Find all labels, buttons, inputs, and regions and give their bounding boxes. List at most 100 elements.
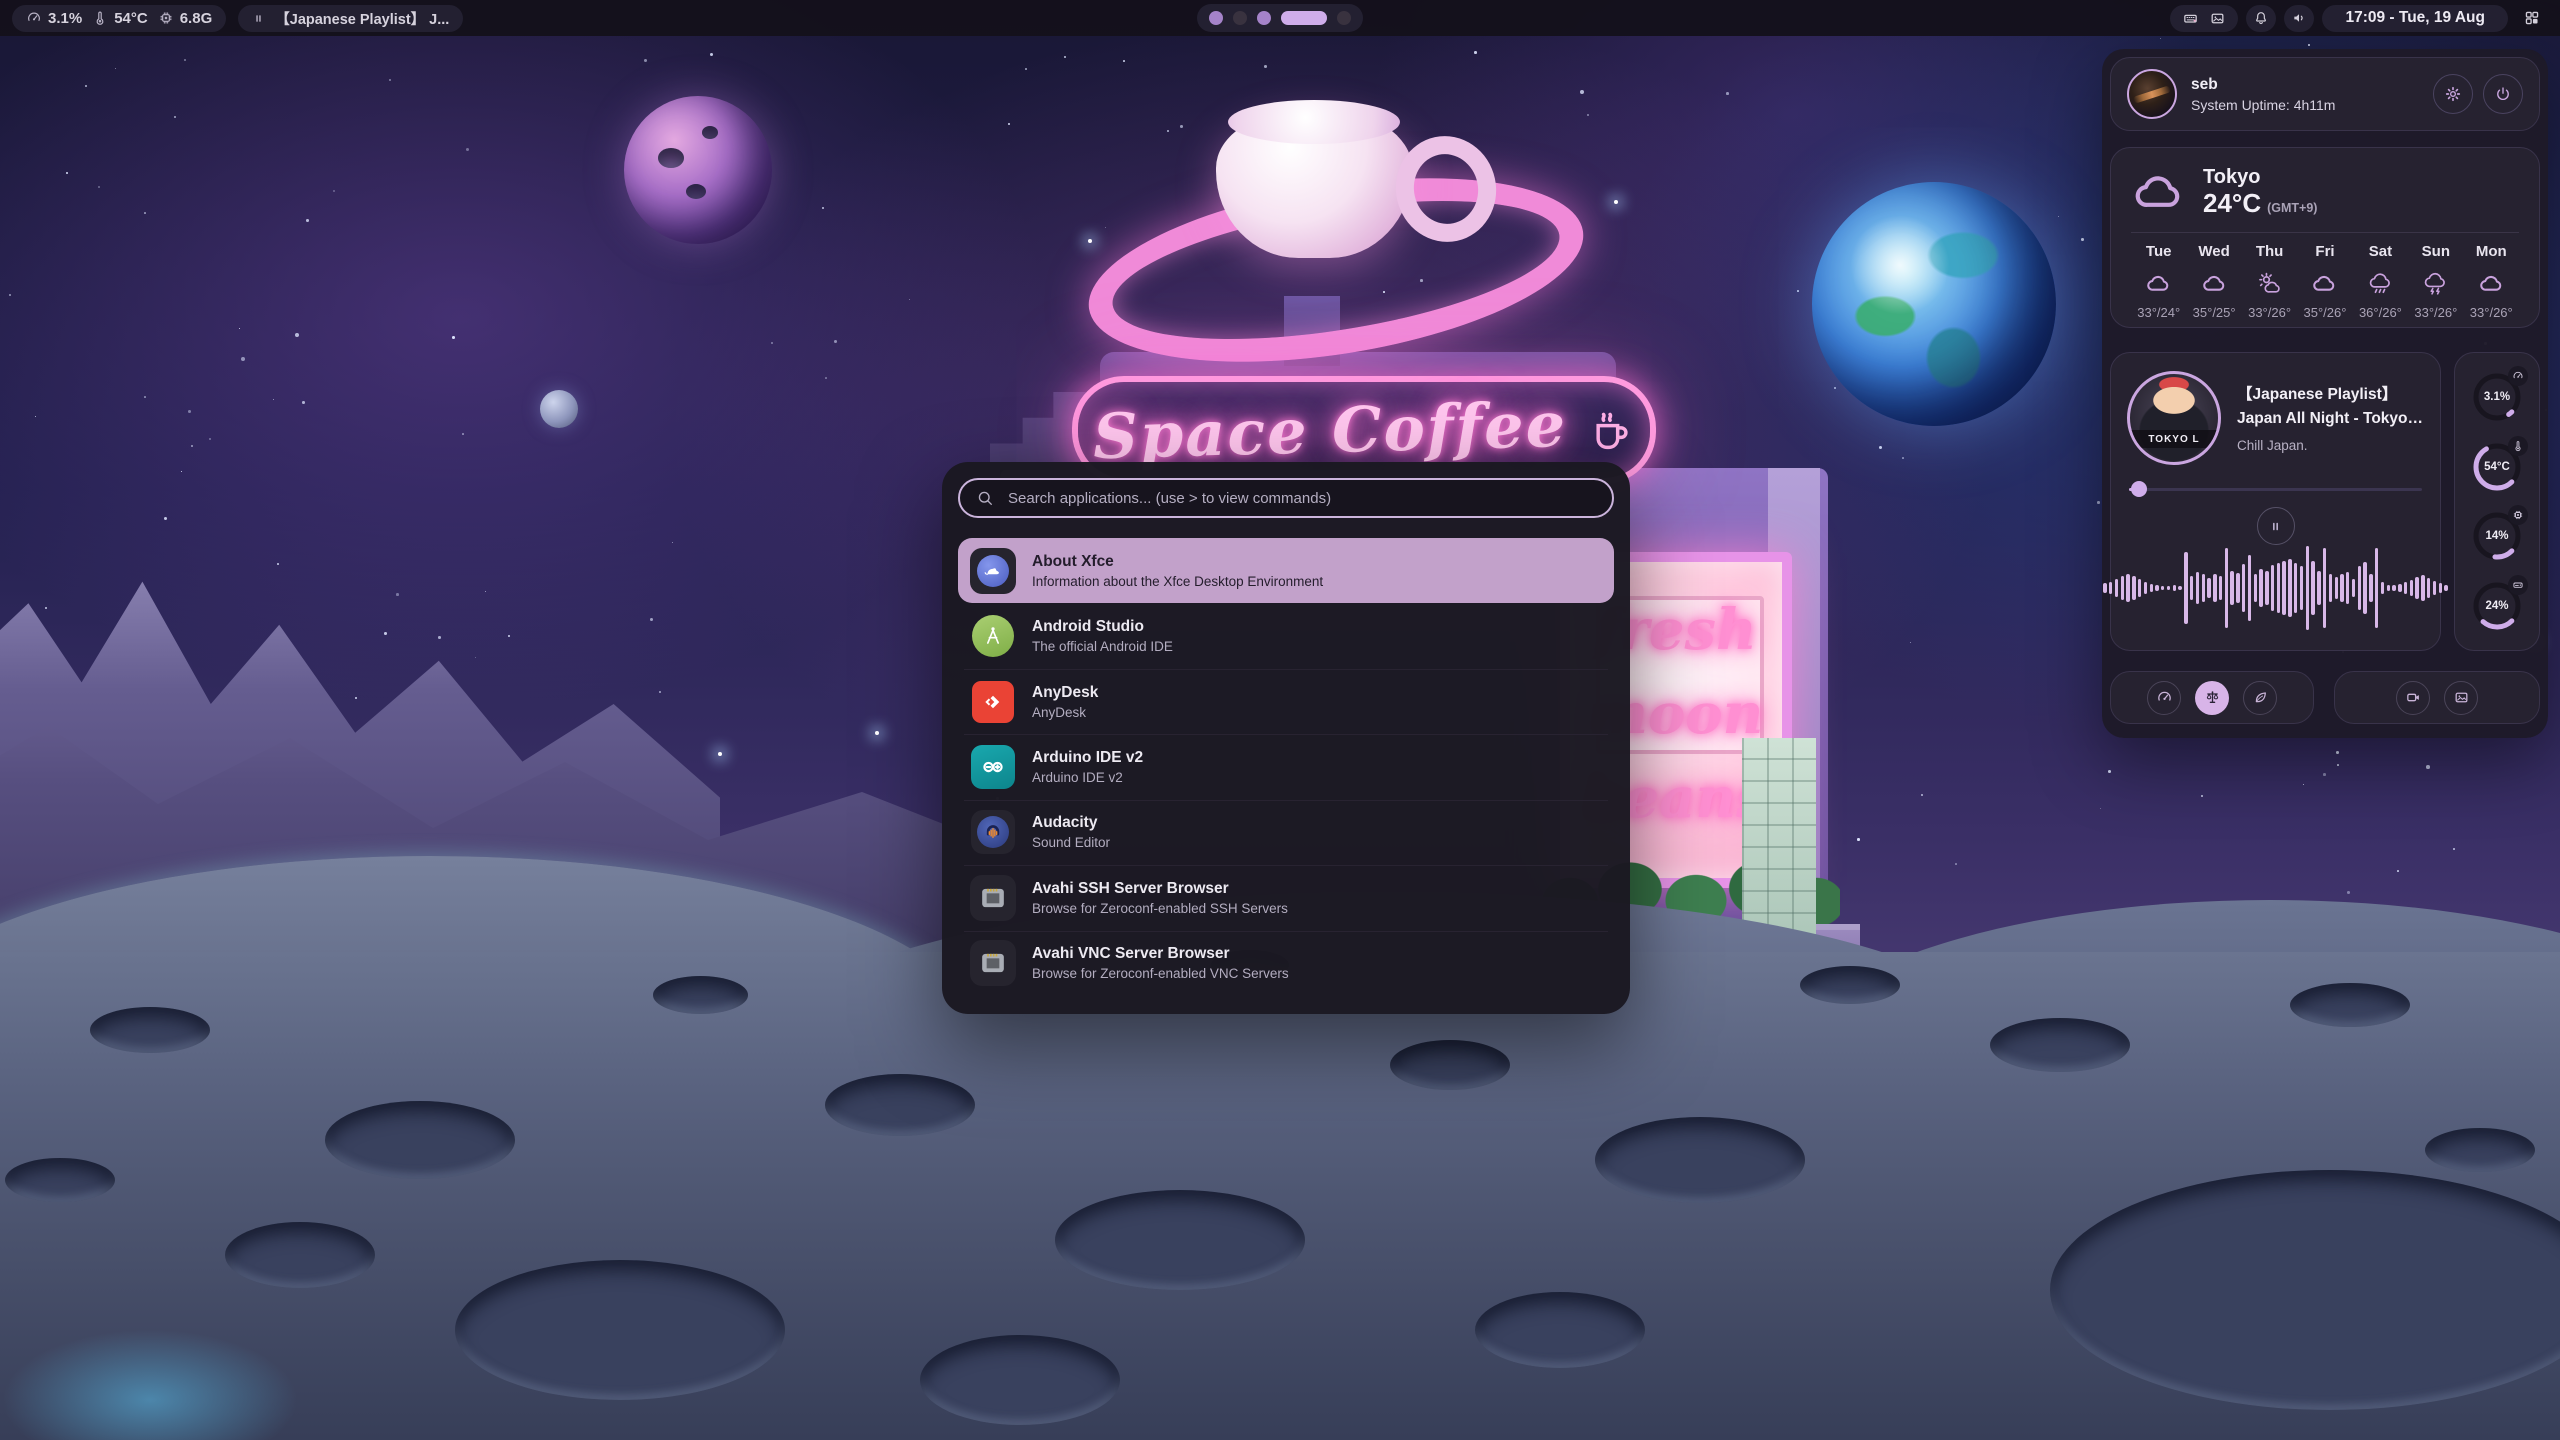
media-player-card: TOKYO L 【Japanese Playlist】 Japan All Ni…	[2110, 352, 2441, 651]
workspace-dot-3-occupied[interactable]	[1257, 11, 1271, 25]
video-icon	[2405, 689, 2422, 706]
system-gauges: 3.1% 54°C 14% 24%	[2454, 352, 2540, 651]
media-title: 【Japanese Playlist】 Japan All Night - To…	[2237, 383, 2441, 430]
progress-handle[interactable]	[2131, 481, 2147, 497]
cloud-icon	[2131, 164, 2187, 220]
thermometer-icon	[92, 10, 108, 26]
weather-city: Tokyo	[2203, 166, 2317, 189]
quick-toggle-speedometer[interactable]	[2147, 681, 2181, 715]
workspace-dot-4-active[interactable]	[1281, 11, 1327, 25]
stat-chip: 6.8G	[158, 10, 213, 27]
quick-toggle-leaf[interactable]	[2243, 681, 2277, 715]
app-name: AnyDesk	[1032, 684, 1098, 702]
chip-icon	[158, 10, 174, 26]
user-card: seb System Uptime: 4h11m	[2110, 57, 2540, 131]
cloud-icon	[2131, 164, 2187, 220]
stat-value: 6.8G	[180, 10, 213, 27]
forecast-day-thu: Thu 33°/26°	[2242, 243, 2297, 320]
anydesk-app-icon	[970, 679, 1016, 725]
quick-toggle-scales[interactable]	[2195, 681, 2229, 715]
neon-sign-text: Space Coffee	[1092, 387, 1568, 472]
crater	[1595, 1117, 1805, 1203]
system-stats-pill[interactable]: 3.1%54°C6.8G	[12, 5, 226, 32]
crater	[1390, 1040, 1510, 1090]
forecast-day-wed: Wed 35°/25°	[2186, 243, 2241, 320]
app-list-item-about-xfce[interactable]: About Xfce Information about the Xfce De…	[958, 538, 1614, 603]
overview-button[interactable]	[2516, 5, 2548, 32]
app-description: Information about the Xfce Desktop Envir…	[1032, 574, 1323, 589]
quick-toggle-video[interactable]	[2396, 681, 2430, 715]
now-playing-label: 【Japanese Playlist】 J...	[275, 8, 449, 29]
android-app-icon	[970, 613, 1016, 659]
quick-toggle-image[interactable]	[2444, 681, 2478, 715]
storm-icon	[2422, 270, 2449, 297]
now-playing-pill[interactable]: 【Japanese Playlist】 J...	[238, 5, 463, 32]
media-progress-bar[interactable]	[2127, 481, 2424, 497]
app-list-item-anydesk[interactable]: AnyDesk AnyDesk	[958, 669, 1614, 734]
power-icon	[2494, 85, 2512, 103]
keyboard-icon[interactable]	[2182, 10, 2199, 27]
app-list-item-arduino-ide-v2[interactable]: Arduino IDE v2 Arduino IDE v2	[958, 734, 1614, 799]
forecast-day-tue: Tue 33°/24°	[2131, 243, 2186, 320]
stat-value: 54°C	[114, 10, 148, 27]
weather-temperature: 24°C(GMT+9)	[2203, 189, 2317, 218]
app-list-item-avahi-ssh-server-browser[interactable]: Avahi SSH Server Browser Browse for Zero…	[958, 865, 1614, 930]
app-list-item-android-studio[interactable]: Android Studio The official Android IDE	[958, 603, 1614, 668]
clock-label: 17:09 - Tue, 19 Aug	[2329, 9, 2501, 27]
app-list-item-audacity[interactable]: Audacity Sound Editor	[958, 800, 1614, 865]
user-avatar	[2127, 69, 2177, 119]
forecast-temps: 33°/26°	[2464, 305, 2519, 320]
forecast-temps: 33°/24°	[2131, 305, 2186, 320]
network-app-icon	[970, 875, 1016, 921]
crater	[325, 1101, 515, 1179]
app-description: The official Android IDE	[1032, 639, 1173, 654]
bell-icon	[2253, 10, 2269, 26]
power-button[interactable]	[2483, 74, 2523, 114]
forecast-day-sat: Sat 36°/26°	[2353, 243, 2408, 320]
crater	[653, 976, 748, 1014]
image-icon[interactable]	[2209, 10, 2226, 27]
neon-coffee-cup-icon	[1583, 404, 1635, 456]
purple-planet	[624, 96, 772, 244]
app-description: Browse for Zeroconf-enabled SSH Servers	[1032, 901, 1288, 916]
search-input[interactable]	[1006, 489, 1596, 508]
crater	[90, 1007, 210, 1053]
forecast-day-sun: Sun 33°/26°	[2408, 243, 2463, 320]
clock-pill[interactable]: 17:09 - Tue, 19 Aug	[2322, 5, 2508, 32]
workspace-dot-2-empty[interactable]	[1233, 11, 1247, 25]
settings-button[interactable]	[2433, 74, 2473, 114]
search-icon	[976, 489, 994, 507]
app-name: Avahi SSH Server Browser	[1032, 880, 1288, 898]
speedometer-icon	[2156, 689, 2173, 706]
gauge-chip: 14%	[2471, 510, 2523, 562]
pause-button[interactable]	[2257, 507, 2295, 545]
media-artist: Chill Japan.	[2237, 438, 2441, 453]
system-tray[interactable]	[2170, 5, 2238, 32]
audio-waveform	[2127, 542, 2424, 634]
gauge-disk: 24%	[2471, 580, 2523, 632]
crater	[455, 1260, 785, 1400]
network-app-icon	[970, 940, 1016, 986]
forecast-day-label: Thu	[2242, 243, 2297, 260]
crater	[1055, 1190, 1305, 1290]
search-icon	[976, 489, 994, 507]
top-bar: 3.1%54°C6.8G 【Japanese Playlist】 J... 17…	[0, 0, 2560, 36]
app-list-item-avahi-vnc-server-browser[interactable]: Avahi VNC Server Browser Browse for Zero…	[958, 931, 1614, 996]
weather-forecast: Tue 33°/24°Wed 35°/25°Thu 33°/26°Fri 35°…	[2131, 243, 2519, 320]
app-name: Android Studio	[1032, 618, 1173, 636]
workspace-dot-1-occupied[interactable]	[1209, 11, 1223, 25]
app-name: Arduino IDE v2	[1032, 749, 1143, 767]
small-moon	[540, 390, 578, 428]
app-description: Sound Editor	[1032, 835, 1110, 850]
forecast-day-label: Sun	[2408, 243, 2463, 260]
workspace-dot-5-empty[interactable]	[1337, 11, 1351, 25]
forecast-day-label: Sat	[2353, 243, 2408, 260]
disk-icon	[2512, 579, 2524, 591]
crater	[2425, 1128, 2535, 1172]
notifications-button[interactable]	[2246, 5, 2276, 32]
volume-button[interactable]	[2284, 5, 2314, 32]
launcher-search[interactable]	[958, 478, 1614, 518]
speedometer-icon	[2512, 370, 2524, 382]
gauge-speedometer: 3.1%	[2471, 371, 2523, 423]
app-launcher: About Xfce Information about the Xfce De…	[942, 462, 1630, 1014]
